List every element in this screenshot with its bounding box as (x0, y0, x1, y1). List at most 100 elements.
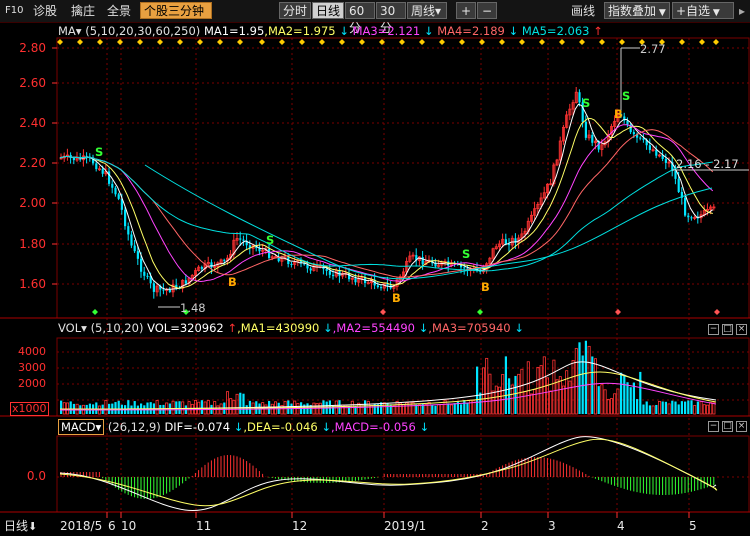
xaxis-label: 3 (548, 519, 556, 533)
diamond-marker (499, 39, 505, 45)
volume-bar (427, 401, 431, 415)
volume-ylabel: 2000 (18, 377, 46, 390)
volume-ylabel: 3000 (18, 361, 46, 374)
macd-panel-header: MACD▾ (26,12,9) DIF=-0.074 ↓,DEA=-0.046 … (58, 419, 429, 435)
candle-body (152, 283, 155, 292)
volume-bar (690, 400, 693, 414)
volume-bar (491, 390, 495, 415)
candle-body (223, 259, 226, 261)
candle-body (332, 274, 335, 277)
maximize-icon[interactable]: □ (722, 421, 733, 432)
candle-body (162, 289, 165, 291)
close-icon[interactable]: × (736, 421, 747, 432)
minimize-icon[interactable]: − (708, 421, 719, 432)
diamond-marker (679, 39, 685, 45)
xaxis-label: 2018/5 (60, 519, 103, 533)
vol-indicator-dropdown[interactable]: VOL▾ (58, 321, 87, 335)
volume-bar (62, 402, 66, 415)
stock-chart[interactable] (0, 0, 750, 536)
volume-bar (127, 400, 130, 414)
candle-body (376, 285, 379, 288)
volume-bar (434, 405, 437, 414)
candle-body (242, 239, 245, 241)
macd-histogram (59, 436, 718, 512)
diamond-marker (477, 309, 483, 315)
volume-bar (671, 400, 674, 414)
diamond-marker (399, 39, 405, 45)
volume-bar (600, 384, 604, 415)
diamond-marker (197, 39, 203, 45)
candle-body (146, 275, 149, 277)
xaxis-label: 11 (196, 519, 212, 533)
volume-bar (488, 373, 492, 415)
diamond-marker (77, 39, 83, 45)
volume-bar (225, 391, 229, 415)
candle-body (111, 183, 114, 188)
diamond-marker (299, 39, 305, 45)
diamond-marker (137, 39, 143, 45)
volume-bar (232, 399, 236, 415)
candle-body (72, 157, 75, 161)
volume-bar (680, 401, 683, 414)
diamond-marker (157, 39, 163, 45)
volume-bar (437, 404, 441, 415)
dif-line (59, 436, 717, 512)
volume-bar (632, 382, 635, 414)
candle-body (114, 187, 117, 195)
candle-body (578, 92, 581, 103)
price-ylabel: 2.80 (19, 41, 46, 55)
minimize-icon[interactable]: − (708, 324, 719, 335)
price-ylabel: 2.40 (19, 116, 46, 130)
volume-bar (616, 388, 620, 415)
candle-body (140, 258, 143, 272)
volume-bar (603, 389, 607, 415)
maximize-icon[interactable]: □ (722, 324, 733, 335)
volume-bar (648, 405, 651, 414)
volume-bar (95, 402, 98, 414)
diamond-marker (259, 39, 265, 45)
volume-bar (466, 403, 469, 414)
macd-ylabel: 0.0 (26, 469, 46, 483)
down-arrow-icon: ↓ (323, 321, 333, 335)
candle-body (168, 289, 171, 292)
diamond-marker (714, 309, 720, 315)
volume-bar (636, 399, 639, 414)
volume-bar (479, 392, 482, 414)
sell-signal: S (462, 247, 471, 261)
volume-bar (117, 400, 120, 414)
candle-body (434, 263, 437, 267)
volume-bar (449, 404, 453, 415)
diamond-marker (479, 39, 485, 45)
close-icon[interactable]: × (736, 324, 747, 335)
volume-bar (542, 356, 546, 415)
volume-ylabel: 4000 (18, 345, 46, 358)
macd-indicator-dropdown[interactable]: MACD▾ (58, 419, 105, 435)
candle-body (639, 137, 642, 139)
volume-bar (684, 401, 687, 414)
candle-body (239, 238, 242, 240)
diamond-marker (519, 39, 525, 45)
volume-bar (239, 392, 242, 414)
volume-bar (133, 401, 136, 414)
xaxis-label: 5 (689, 519, 697, 533)
volume-bar (706, 404, 710, 415)
diamond-marker (419, 39, 425, 45)
volume-bar (501, 374, 505, 415)
xaxis-label: 2019/1 (384, 519, 427, 533)
volume-bar (667, 403, 671, 415)
volume-bar (696, 401, 699, 414)
diamond-marker (92, 309, 98, 315)
down-arrow-icon: ↓ (423, 24, 434, 38)
macd-value: MACD=-0.056 (334, 420, 416, 434)
volume-bar (565, 370, 569, 415)
ma-indicator-dropdown[interactable]: MA▾ (58, 24, 82, 38)
period-selector[interactable]: 日线⬇ (4, 518, 37, 534)
buy-signal: B (392, 291, 401, 305)
volume-bar (645, 401, 648, 414)
volume-bar (200, 400, 203, 414)
volume-bar (539, 365, 543, 415)
moving-average-lines (59, 103, 714, 290)
volume-bar (623, 374, 626, 414)
volume-bar (485, 357, 489, 415)
price-ylabel: 2.00 (19, 196, 46, 210)
